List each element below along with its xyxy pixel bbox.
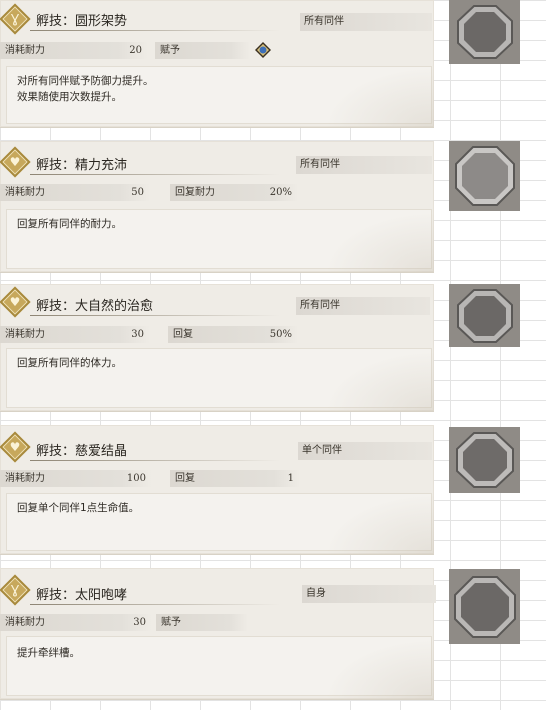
skill-title: 孵技：精力充沛 <box>36 158 128 173</box>
stat2-label: 回复 <box>173 329 193 340</box>
skill-card: Ɣ 孵技：太阳咆哮 自身 消耗耐力 30 赋予 提升牵绊槽。 <box>0 568 436 700</box>
stat1-label: 消耗耐力 <box>5 329 45 340</box>
skill-target: 单个同伴 <box>298 442 432 460</box>
description-line: 回复单个同伴1点生命值。 <box>17 502 140 514</box>
stat2-label: 回复耐力 <box>175 187 215 198</box>
skill-card: ♥ 孵技：大自然的治愈 所有同伴 消耗耐力 30 回复 50% 回复所有同伴的体… <box>0 284 434 412</box>
skill-thumbnail <box>449 0 520 64</box>
emblem-icon: Ɣ <box>0 574 31 606</box>
stat1-label: 消耗耐力 <box>5 45 45 56</box>
octagon-frame-icon <box>453 575 516 638</box>
skill-title: 孵技：太阳咆哮 <box>36 588 128 603</box>
stat2-value: 1 <box>287 473 294 484</box>
emblem-icon: ♥ <box>0 431 31 463</box>
stat1-value: 100 <box>126 473 146 484</box>
description-line: 对所有同伴赋予防御力提升。 <box>17 75 154 87</box>
description-line: 回复所有同伴的体力。 <box>17 357 122 369</box>
skill-title: 孵技：大自然的治愈 <box>36 299 154 314</box>
skill-title: 孵技：慈爱结晶 <box>36 444 128 459</box>
skill-target: 自身 <box>302 585 436 603</box>
stat1-label: 消耗耐力 <box>5 473 45 484</box>
octagon-frame-icon <box>455 432 514 488</box>
octagon-frame-icon <box>454 146 515 206</box>
skill-thumbnail <box>449 569 520 644</box>
stat1-value: 20 <box>129 45 142 56</box>
stat1-value: 30 <box>131 329 144 340</box>
skill-card: ♥ 孵技：慈爱结晶 单个同伴 消耗耐力 100 回复 1 回复单个同伴1点生命值… <box>0 425 434 555</box>
skill-thumbnail <box>449 141 520 211</box>
octagon-frame-icon <box>456 5 513 59</box>
stat1-label: 消耗耐力 <box>5 617 45 628</box>
stat1-value: 30 <box>133 617 146 628</box>
skill-description: 回复所有同伴的体力。 <box>6 348 432 408</box>
shield-gem-icon <box>255 42 271 58</box>
description-line: 效果随使用次数提升。 <box>17 91 122 103</box>
emblem-icon: ♥ <box>0 146 31 178</box>
skill-thumbnail <box>449 427 520 493</box>
skill-card: Ɣ 孵技：圆形架势 所有同伴 消耗耐力 20 赋予 对所有同伴赋予防御力提升。 … <box>0 0 434 128</box>
stat1-label: 消耗耐力 <box>5 187 45 198</box>
octagon-frame-icon <box>456 288 513 343</box>
skill-title: 孵技：圆形架势 <box>36 14 128 29</box>
stat2-label: 回复 <box>175 473 195 484</box>
description-line: 提升牵绊槽。 <box>17 647 80 659</box>
skill-description: 回复单个同伴1点生命值。 <box>6 493 432 551</box>
skill-card: ♥ 孵技：精力充沛 所有同伴 消耗耐力 50 回复耐力 20% 回复所有同伴的耐… <box>0 141 434 273</box>
skill-target: 所有同伴 <box>296 156 432 174</box>
skill-description: 提升牵绊槽。 <box>6 636 432 696</box>
stat1-value: 50 <box>131 187 144 198</box>
skill-target: 所有同伴 <box>300 13 432 31</box>
emblem-icon: ♥ <box>0 286 31 318</box>
skill-thumbnail <box>449 284 520 347</box>
stat2-value: 20% <box>269 187 292 198</box>
skill-description: 对所有同伴赋予防御力提升。 效果随使用次数提升。 <box>6 66 432 124</box>
description-line: 回复所有同伴的耐力。 <box>17 218 122 230</box>
stat2-label: 赋予 <box>160 45 180 56</box>
stat2-value: 50% <box>269 329 292 340</box>
skill-target: 所有同伴 <box>296 297 430 315</box>
skill-description: 回复所有同伴的耐力。 <box>6 209 432 269</box>
emblem-icon: Ɣ <box>0 3 31 35</box>
stat2-label: 赋予 <box>161 617 181 628</box>
